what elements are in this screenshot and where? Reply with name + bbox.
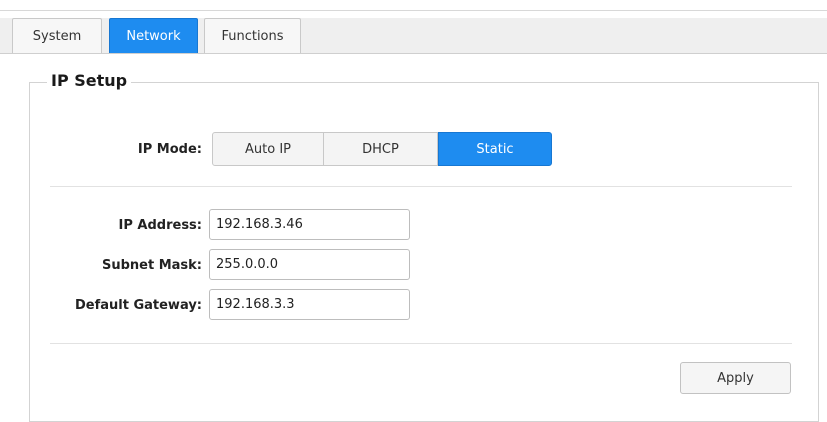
ip-mode-dhcp-button[interactable]: DHCP [324, 132, 438, 166]
ip-address-label: IP Address: [118, 218, 202, 233]
default-gateway-label: Default Gateway: [74, 298, 202, 313]
ip-address-input[interactable]: 192.168.3.46 [209, 209, 410, 240]
ip-mode-label: IP Mode: [137, 142, 202, 157]
tab-bar: System Network Functions [0, 18, 827, 54]
tab-system[interactable]: System [12, 18, 102, 53]
ip-setup-legend: IP Setup [47, 71, 132, 90]
section-divider [50, 186, 792, 187]
section-divider-bottom [50, 343, 792, 344]
top-divider [0, 10, 827, 11]
subnet-mask-label: Subnet Mask: [101, 258, 202, 273]
tab-network[interactable]: Network [109, 18, 198, 53]
ip-mode-static-button[interactable]: Static [438, 132, 552, 166]
default-gateway-input[interactable]: 192.168.3.3 [209, 289, 410, 320]
tab-functions[interactable]: Functions [204, 18, 301, 53]
apply-button[interactable]: Apply [680, 362, 791, 394]
ip-mode-auto-ip-button[interactable]: Auto IP [212, 132, 324, 166]
subnet-mask-input[interactable]: 255.0.0.0 [209, 249, 410, 280]
